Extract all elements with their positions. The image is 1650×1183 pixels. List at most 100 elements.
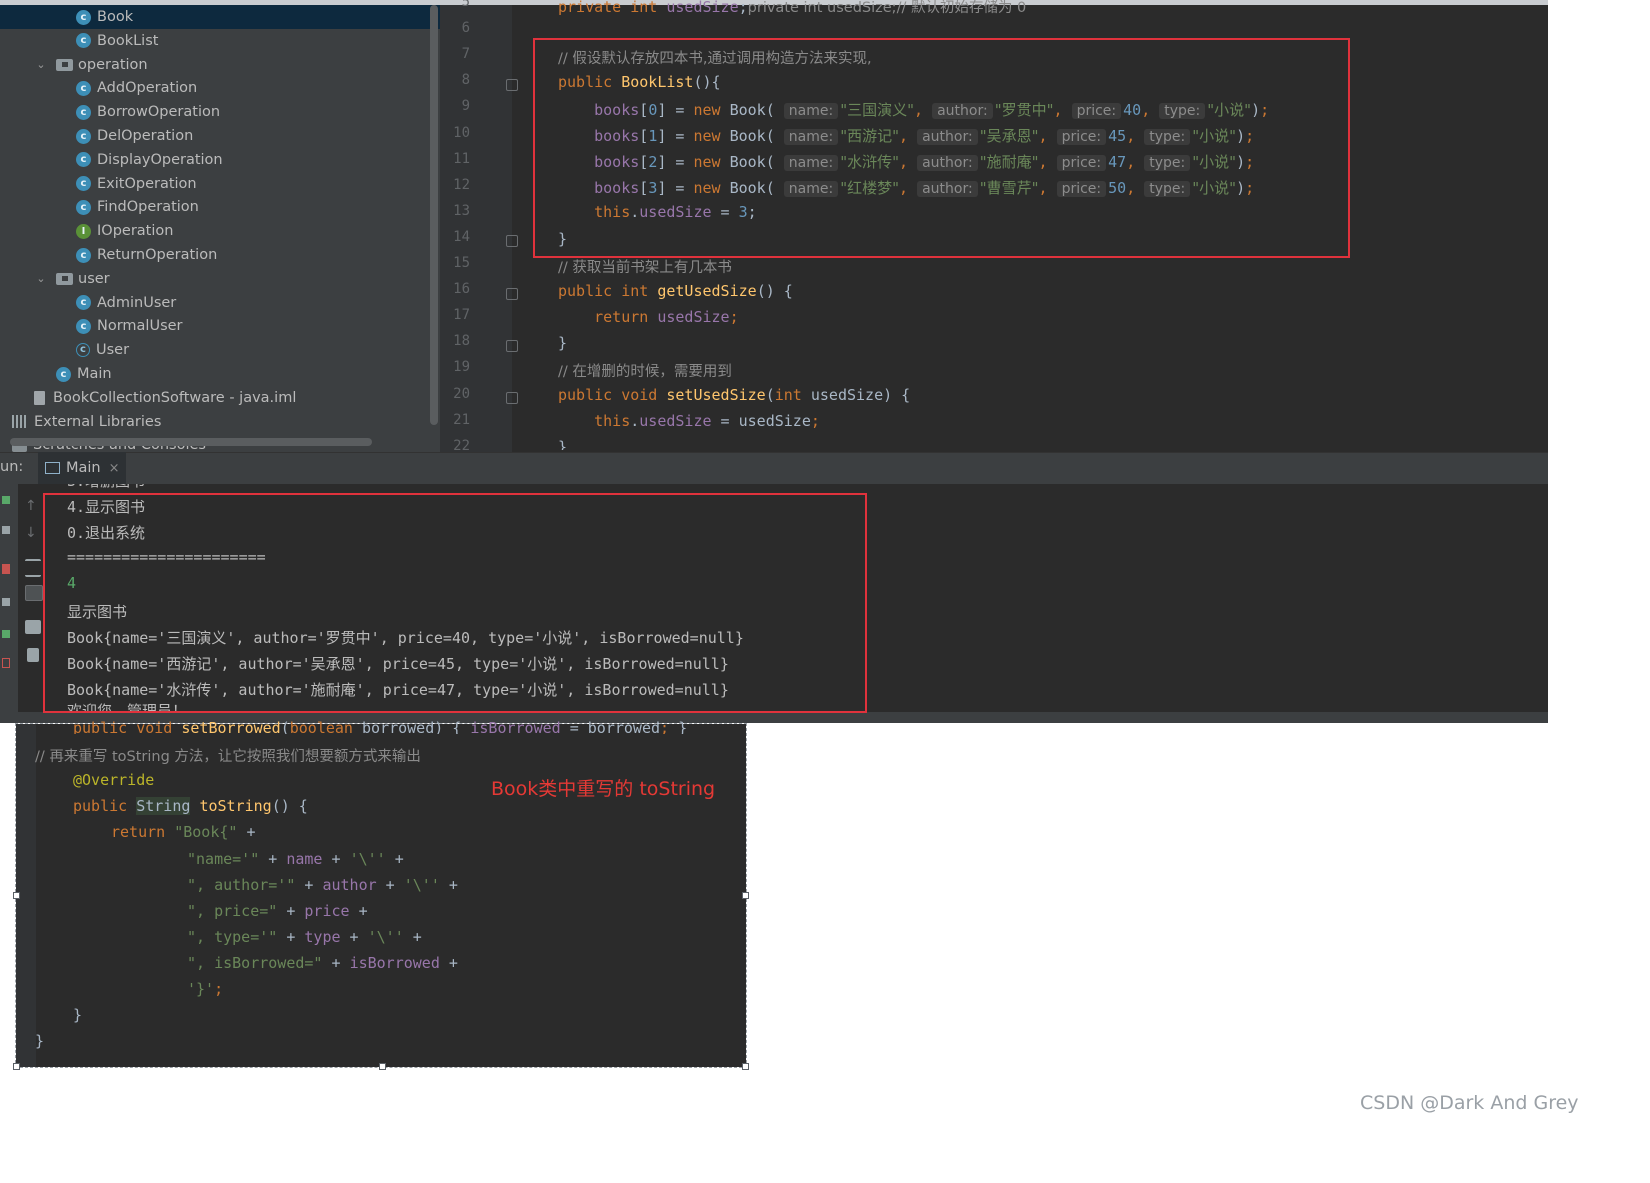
tree-item-label: AddOperation (97, 80, 198, 97)
print-icon[interactable] (25, 620, 41, 634)
exit-icon[interactable] (2, 658, 10, 668)
tree-item-external-libraries[interactable]: External Libraries (0, 410, 440, 434)
tree-item-label: Book (97, 9, 134, 25)
snippet-annotation: @Override (73, 771, 155, 789)
trash-icon[interactable] (27, 648, 39, 662)
tree-item-book[interactable]: c Book (0, 5, 440, 29)
project-tree[interactable]: c Book c BookList ⌄ operation c AddOperation c Bo… (0, 5, 440, 452)
run-side-toolbar (0, 484, 18, 712)
tree-item-deloperation[interactable]: c DelOperation (0, 124, 440, 148)
line-number: 19 (453, 359, 470, 376)
line-number: 13 (453, 202, 470, 219)
stop-icon[interactable] (2, 564, 10, 574)
tree-horizontal-scrollbar[interactable] (10, 438, 372, 446)
snippet-return: return "Book{" + (111, 823, 256, 841)
close-icon[interactable]: × (109, 461, 120, 476)
line-number: 20 (453, 385, 470, 402)
fold-marker-8[interactable] (506, 79, 518, 91)
code-line-19: // 在增删的时候，需要用到 (558, 364, 732, 380)
tree-item-label: IOperation (97, 223, 174, 240)
line-number: 17 (453, 307, 470, 324)
code-line-16: public int getUsedSize() { (558, 282, 793, 300)
line-number: 21 (453, 411, 470, 428)
fold-marker-14[interactable] (506, 235, 518, 247)
tree-item-borrowoperation[interactable]: c BorrowOperation (0, 100, 440, 124)
tree-item-label: NormalUser (97, 318, 183, 335)
tree-item-addoperation[interactable]: c AddOperation (0, 76, 440, 100)
line-number: 22 (453, 437, 470, 452)
tree-item-normaluser[interactable]: c NormalUser (0, 314, 440, 338)
snippet-price-part: ", price=" + price + (187, 902, 368, 920)
tree-item-findoperation[interactable]: c FindOperation (0, 195, 440, 219)
selection-handle-br[interactable] (742, 1063, 749, 1070)
fold-marker-18[interactable] (506, 340, 518, 352)
line-number: 7 (461, 46, 470, 63)
line-number: 15 (453, 255, 470, 271)
tree-vertical-scrollbar[interactable] (430, 5, 438, 425)
tree-item-label: BorrowOperation (97, 104, 221, 121)
class-icon: c (76, 128, 91, 144)
watermark: CSDN @Dark And Grey (1360, 1092, 1579, 1114)
class-icon: c (76, 152, 91, 168)
camera-icon[interactable] (2, 598, 10, 606)
main-class-icon: c (56, 366, 71, 382)
line-number: 16 (453, 281, 470, 298)
selection-handle-bl[interactable] (13, 1063, 20, 1070)
run-tab-label: Main (66, 460, 101, 476)
tree-item-bookcollectionsoftware-java-iml[interactable]: BookCollectionSoftware - java.iml (0, 386, 440, 410)
tree-item-main[interactable]: c Main (0, 362, 440, 386)
tree-item-user[interactable]: ⌄ user (0, 267, 440, 291)
arrow-up-icon[interactable]: ↑ (25, 498, 41, 514)
run-tab-main[interactable]: Main × (38, 452, 126, 486)
selection-handle-mr[interactable] (742, 892, 749, 899)
snippet-comment: // 再来重写 toString 方法，让它按照我们想要额方式来输出 (35, 749, 421, 765)
tree-item-user[interactable]: c User (0, 338, 440, 362)
chevron-down-icon[interactable]: ⌄ (34, 58, 48, 71)
code-line-22: } (558, 438, 568, 450)
selection-handle-bm[interactable] (379, 1063, 386, 1070)
snippet-signature: public String toString() { (73, 797, 308, 815)
rerun-icon[interactable] (2, 496, 10, 504)
class-icon: c (76, 80, 91, 96)
chevron-down-icon[interactable]: ⌄ (34, 272, 48, 285)
tree-item-exitoperation[interactable]: c ExitOperation (0, 172, 440, 196)
tree-item-operation[interactable]: ⌄ operation (0, 53, 440, 77)
tree-item-label: ReturnOperation (97, 247, 218, 263)
interface-icon: I (76, 223, 91, 239)
tree-item-returnoperation[interactable]: c ReturnOperation (0, 243, 440, 267)
code-line-15: // 获取当前书架上有几本书 (558, 260, 732, 276)
arrow-down-icon[interactable]: ↓ (25, 525, 41, 541)
fold-marker-20[interactable] (506, 392, 518, 404)
line-number: 14 (453, 228, 470, 245)
class-icon: c (76, 176, 91, 192)
line-number: 6 (461, 20, 470, 37)
line-number: 10 (453, 124, 470, 141)
snippet-author-part: ", author='" + author + '\'' + (187, 876, 458, 894)
snippet-line-setborrowed: public void setBorrowed(boolean borrowed… (73, 719, 688, 734)
fold-marker-16[interactable] (506, 288, 518, 300)
class-icon: c (76, 9, 91, 25)
selection-handle-ml[interactable] (13, 892, 20, 899)
soft-wrap-icon[interactable] (25, 559, 41, 577)
console-tab-icon (45, 462, 60, 474)
tree-item-label: AdminUser (97, 294, 177, 311)
tree-item-booklist[interactable]: c BookList (0, 29, 440, 53)
tree-item-label: External Libraries (34, 413, 162, 430)
snippet-type-part: ", type='" + type + '\'' + (187, 928, 422, 946)
tree-item-adminuser[interactable]: c AdminUser (0, 291, 440, 315)
tree-item-label: DelOperation (97, 128, 194, 144)
line-number: 9 (461, 98, 470, 115)
wrench-icon[interactable] (2, 526, 10, 534)
code-line-21: this.usedSize = usedSize; (594, 412, 820, 430)
tree-item-displayoperation[interactable]: c DisplayOperation (0, 148, 440, 172)
class-icon: c (76, 33, 91, 49)
line-number: 11 (453, 150, 470, 167)
class-icon: c (76, 318, 91, 334)
code-line-5: private int usedSize;private int usedSiz… (558, 0, 1027, 16)
pin-icon[interactable] (2, 630, 10, 638)
scroll-to-end-icon[interactable] (25, 585, 43, 601)
tree-item-ioperation[interactable]: I IOperation (0, 219, 440, 243)
class-icon: c (76, 247, 91, 263)
abstract-class-icon: c (76, 343, 90, 358)
snippet-caption: Book类中重写的 toString (491, 778, 716, 800)
